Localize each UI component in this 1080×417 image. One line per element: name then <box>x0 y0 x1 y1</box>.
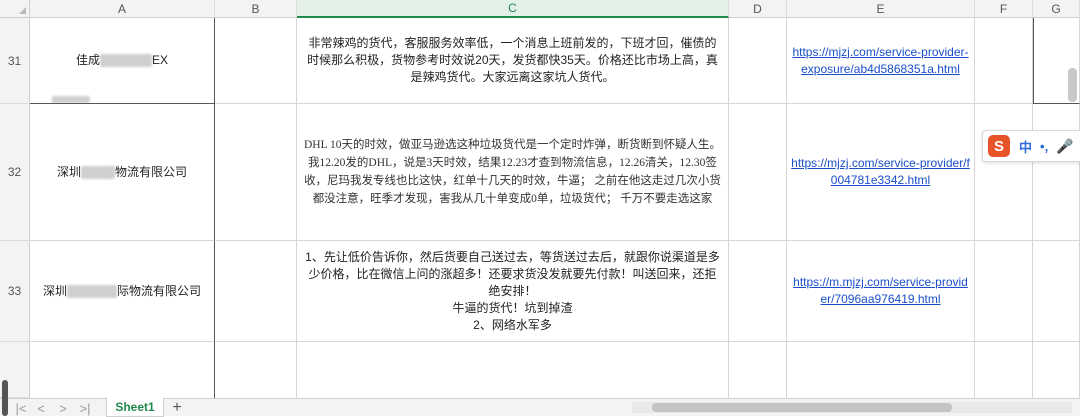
window-edge-handle <box>2 380 8 416</box>
column-header-b[interactable]: B <box>215 0 297 18</box>
ime-mode-toggle[interactable]: 中 <box>1019 137 1032 156</box>
row-header-31[interactable]: 31 <box>0 18 30 104</box>
review-line-1: 1、先让低价告诉你，然后货要自己送过去，等货送过去后，就跟你说渠道是多少价格，比… <box>305 249 720 298</box>
spreadsheet-grid: A B C D E F G 31 32 33 佳成 EX 非常辣鸡的货代，客服服务… <box>0 0 1080 398</box>
cell-c32[interactable]: DHL 10天的时效，做亚马逊选这种垃圾货代是一个定时炸弹，断货断到怀疑人生。我… <box>297 104 729 241</box>
cell-f32[interactable] <box>975 104 1033 241</box>
company-name: 佳成 EX <box>70 52 174 69</box>
cell-e33[interactable]: https://m.mjzj.com/service-provider/7096… <box>787 241 975 342</box>
cell-b32[interactable] <box>215 104 297 241</box>
review-text: 非常辣鸡的货代，客服服务效率低，一个消息上班前发的，下班才回，催债的时候那么积极… <box>307 36 718 84</box>
column-header-e[interactable]: E <box>787 0 975 18</box>
prev-sheet-icon[interactable]: < <box>32 400 50 416</box>
horizontal-scrollbar-thumb[interactable] <box>652 403 952 412</box>
vertical-scrollbar-thumb[interactable] <box>1068 68 1077 102</box>
redacted-text <box>52 96 90 103</box>
cell-d31[interactable] <box>729 18 787 104</box>
horizontal-scrollbar[interactable] <box>632 402 1072 413</box>
cell-a34[interactable] <box>30 342 215 398</box>
review-line-3: 2、网络水军多 <box>473 317 552 332</box>
cell-c33[interactable]: 1、先让低价告诉你，然后货要自己送过去，等货送过去后，就跟你说渠道是多少价格，比… <box>297 241 729 342</box>
review-line-2: 牛逼的货代！坑到掉渣 <box>452 300 573 315</box>
first-sheet-icon[interactable]: |< <box>12 400 30 416</box>
column-header-a[interactable]: A <box>30 0 215 18</box>
company-name-prefix: 深圳 <box>56 164 81 179</box>
company-name-prefix: 佳成 <box>75 53 100 67</box>
cell-e34[interactable] <box>787 342 975 398</box>
review-text: DHL 10天的时效，做亚马逊选这种垃圾货代是一个定时炸弹，断货断到怀疑人生。我… <box>303 139 722 205</box>
cell-c31[interactable]: 非常辣鸡的货代，客服服务效率低，一个消息上班前发的，下班才回，催债的时候那么积极… <box>297 18 729 104</box>
column-header-f[interactable]: F <box>975 0 1033 18</box>
cell-g34[interactable] <box>1033 342 1080 398</box>
cell-f33[interactable] <box>975 241 1033 342</box>
cell-e31[interactable]: https://mjzj.com/service-provider-exposu… <box>787 18 975 104</box>
sheet-tab-sheet1[interactable]: Sheet1 <box>106 398 164 417</box>
last-sheet-icon[interactable]: >| <box>76 400 94 416</box>
row-header-33[interactable]: 33 <box>0 241 30 342</box>
cell-f31[interactable] <box>975 18 1033 104</box>
cell-d33[interactable] <box>729 241 787 342</box>
cell-e32[interactable]: https://mjzj.com/service-provider/f00478… <box>787 104 975 241</box>
provider-link[interactable]: https://mjzj.com/service-provider-exposu… <box>787 44 974 78</box>
company-name-suffix: EX <box>152 53 169 67</box>
redacted-text <box>100 54 152 68</box>
redacted-text <box>81 165 115 179</box>
cell-f34[interactable] <box>975 342 1033 398</box>
microphone-icon[interactable]: 🎤 <box>1056 138 1073 155</box>
column-header-d[interactable]: D <box>729 0 787 18</box>
review-text: 1、先让低价告诉你，然后货要自己送过去，等货送过去后，就跟你说渠道是多少价格，比… <box>297 249 728 334</box>
row-header-32[interactable]: 32 <box>0 104 30 241</box>
add-sheet-button[interactable]: + <box>169 399 185 416</box>
cell-b33[interactable] <box>215 241 297 342</box>
sogou-logo-icon[interactable]: S <box>988 135 1010 157</box>
sheet-tab-bar: |< < > >| Sheet1 + <box>0 398 1080 417</box>
cell-c34[interactable] <box>297 342 729 398</box>
column-header-c[interactable]: C <box>297 0 729 18</box>
provider-link[interactable]: https://mjzj.com/service-provider/f00478… <box>787 155 974 189</box>
company-name-suffix: 际物流有限公司 <box>117 283 202 298</box>
provider-link[interactable]: https://m.mjzj.com/service-provider/7096… <box>787 274 974 308</box>
cell-a32[interactable]: 深圳 物流有限公司 <box>30 104 215 241</box>
column-header-g[interactable]: G <box>1033 0 1080 18</box>
company-name-prefix: 深圳 <box>42 283 67 298</box>
company-name: 深圳 物流有限公司 <box>51 164 193 181</box>
cell-a31[interactable]: 佳成 EX <box>30 18 215 104</box>
cell-a33[interactable]: 深圳 际物流有限公司 <box>30 241 215 342</box>
cell-d32[interactable] <box>729 104 787 241</box>
ime-punctuation-toggle[interactable]: •, <box>1040 139 1048 154</box>
next-sheet-icon[interactable]: > <box>54 400 72 416</box>
cell-g32[interactable] <box>1033 104 1080 241</box>
cell-g33[interactable] <box>1033 241 1080 342</box>
redacted-text <box>67 284 117 298</box>
cell-b34[interactable] <box>215 342 297 398</box>
company-name-suffix: 物流有限公司 <box>115 164 188 179</box>
cell-b31[interactable] <box>215 18 297 104</box>
cell-d34[interactable] <box>729 342 787 398</box>
company-name: 深圳 际物流有限公司 <box>37 283 207 300</box>
ime-toolbar[interactable]: S 中 •, 🎤 <box>982 130 1080 162</box>
select-all-corner[interactable] <box>0 0 30 18</box>
